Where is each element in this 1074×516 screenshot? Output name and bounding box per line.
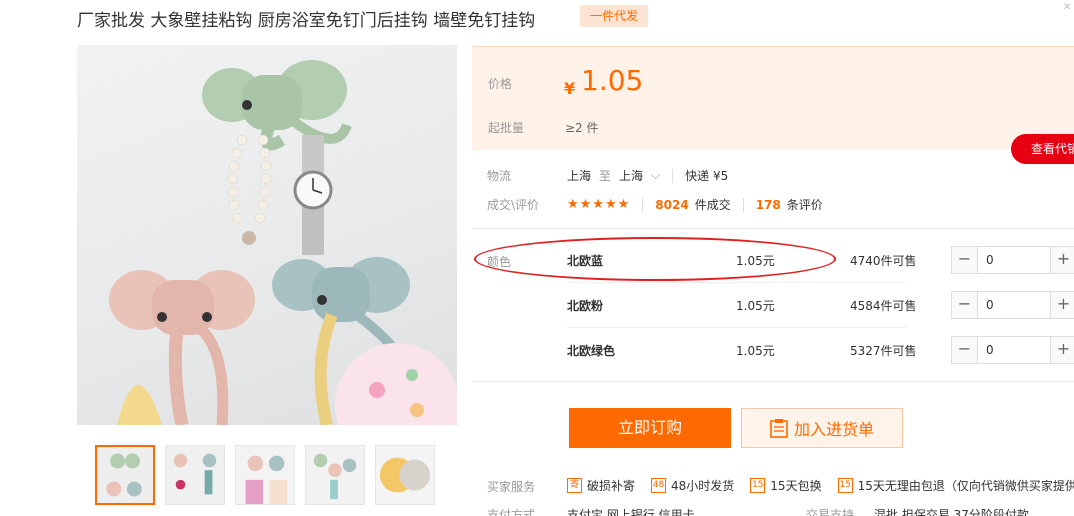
sku-stock: 4584件可售: [850, 299, 917, 313]
price-panel: 价格 ¥ 1.05 起批量 ≥2 件: [472, 46, 1074, 150]
add-to-cart-label: 加入进货单: [793, 420, 874, 439]
product-title: 厂家批发 大象壁挂粘钩 厨房浴室免钉门后挂钩 墙壁免钉挂钩: [77, 11, 536, 31]
sku-stock: 4740件可售: [850, 254, 917, 268]
deal-count[interactable]: 8024: [655, 198, 688, 212]
quantity-input[interactable]: [978, 292, 1050, 318]
rating-row: ★★★★★ 8024 件成交 178 条评价: [567, 196, 823, 213]
service-item[interactable]: 48 48小时发货: [651, 477, 734, 494]
service-item[interactable]: 15 15天包换: [750, 477, 822, 494]
buy-now-button[interactable]: 立即订购: [569, 408, 731, 448]
logistics-label: 物流: [487, 169, 512, 183]
quantity-input[interactable]: [978, 337, 1050, 363]
logistics-row: 上海 至 上海 ⌵ 快递 ¥5: [567, 167, 728, 184]
thumbnail-strip: [95, 445, 435, 505]
currency-symbol: ¥: [564, 79, 576, 98]
section-divider: [472, 228, 1074, 229]
increment-button[interactable]: +: [1050, 247, 1074, 273]
services-row: 寄 破损补寄 48 48小时发货 15 15天包换 15 15天无理由包退（仅向…: [567, 477, 1074, 494]
review-count[interactable]: 178: [756, 198, 781, 212]
thumbnail-4[interactable]: [305, 445, 365, 505]
chevron-down-icon[interactable]: ⌵: [651, 168, 660, 183]
quantity-stepper: − +: [951, 291, 1074, 319]
ship-to[interactable]: 上海: [619, 167, 643, 184]
star-rating-icon: ★★★★★: [567, 197, 631, 212]
refund-15d-icon: 15: [837, 478, 853, 493]
service-item[interactable]: 15 15天无理由包退（仅向代销微供买家提供）: [837, 477, 1074, 494]
quantity-input[interactable]: [978, 247, 1050, 273]
sku-row: 北欧绿色 1.05元 5327件可售 − +: [567, 328, 1074, 373]
service-text: 15天包换: [770, 479, 822, 493]
flower-towel: [335, 343, 457, 425]
trade-label: 交易支持: [806, 508, 855, 516]
decrement-button[interactable]: −: [952, 292, 978, 318]
pearl-necklace: [227, 134, 272, 224]
decrement-button[interactable]: −: [952, 247, 978, 273]
divider: [672, 168, 674, 183]
service-item[interactable]: 寄 破损补寄: [567, 477, 635, 494]
resend-icon: 寄: [567, 478, 582, 493]
increment-button[interactable]: +: [1050, 337, 1074, 363]
service-text: 15天无理由包退（仅向代销微供买家提供）: [857, 479, 1074, 493]
section-divider: [472, 381, 1074, 382]
product-page: 厂家批发 大象壁挂粘钩 厨房浴室免钉门后挂钩 墙壁免钉挂钩 一件代发 ✕ 价格 …: [0, 0, 1074, 516]
price-value: 1.05: [581, 64, 644, 97]
deal-suffix: 件成交: [694, 198, 731, 212]
quantity-stepper: − +: [951, 246, 1074, 274]
review-suffix: 条评价: [786, 198, 823, 212]
divider: [742, 197, 744, 212]
quantity-stepper: − +: [951, 336, 1074, 364]
pendant: [242, 231, 256, 245]
highlight-ellipse: [474, 237, 836, 281]
decrement-button[interactable]: −: [952, 337, 978, 363]
shipping-fee: 快递 ¥5: [685, 169, 729, 183]
to-word: 至: [599, 169, 612, 183]
trade-support: 交易支持 混批 担保交易 37分阶段付款: [806, 506, 1029, 516]
moq-label: 起批量: [488, 121, 525, 135]
dropship-badge[interactable]: 一件代发: [580, 5, 649, 27]
shipping-48h-icon: 48: [651, 478, 667, 493]
divider: [642, 197, 644, 212]
thumbnail-3[interactable]: [235, 445, 295, 505]
wrist-watch: [293, 135, 333, 255]
sku-row: 北欧粉 1.05元 4584件可售 − +: [567, 283, 1074, 328]
yellow-towel: [117, 385, 162, 425]
sku-price: 1.05元: [736, 299, 775, 313]
elephant-hooks-illustration: [109, 60, 457, 425]
sku-name: 北欧粉: [567, 299, 604, 313]
increment-button[interactable]: +: [1050, 292, 1074, 318]
trade-methods: 混批 担保交易 37分阶段付款: [874, 508, 1029, 516]
price-label: 价格: [488, 77, 513, 91]
thumbnail-2[interactable]: [165, 445, 225, 505]
payment-methods: 支付宝 网上银行 信用卡: [567, 508, 695, 516]
sku-price: 1.05元: [736, 344, 775, 358]
service-text: 48小时发货: [671, 479, 735, 493]
service-text: 破损补寄: [587, 479, 636, 493]
main-product-image[interactable]: [77, 45, 457, 425]
exchange-15d-icon: 15: [750, 478, 766, 493]
sku-name: 北欧绿色: [567, 344, 616, 358]
close-icon[interactable]: ✕: [1063, 2, 1074, 13]
clipboard-icon: [770, 419, 788, 438]
sku-stock: 5327件可售: [850, 344, 917, 358]
moq-value: ≥2 件: [565, 121, 599, 135]
payment-label: 支付方式: [487, 508, 536, 516]
thumbnail-1[interactable]: [95, 445, 155, 505]
add-to-cart-button[interactable]: 加入进货单: [741, 408, 903, 448]
thumbnail-5[interactable]: [375, 445, 435, 505]
green-elephant-hook: [202, 60, 352, 151]
ship-from: 上海: [567, 169, 592, 183]
view-agent-button[interactable]: 查看代销: [1011, 134, 1074, 164]
deals-label: 成交\评价: [487, 198, 540, 212]
services-label: 买家服务: [487, 480, 536, 494]
